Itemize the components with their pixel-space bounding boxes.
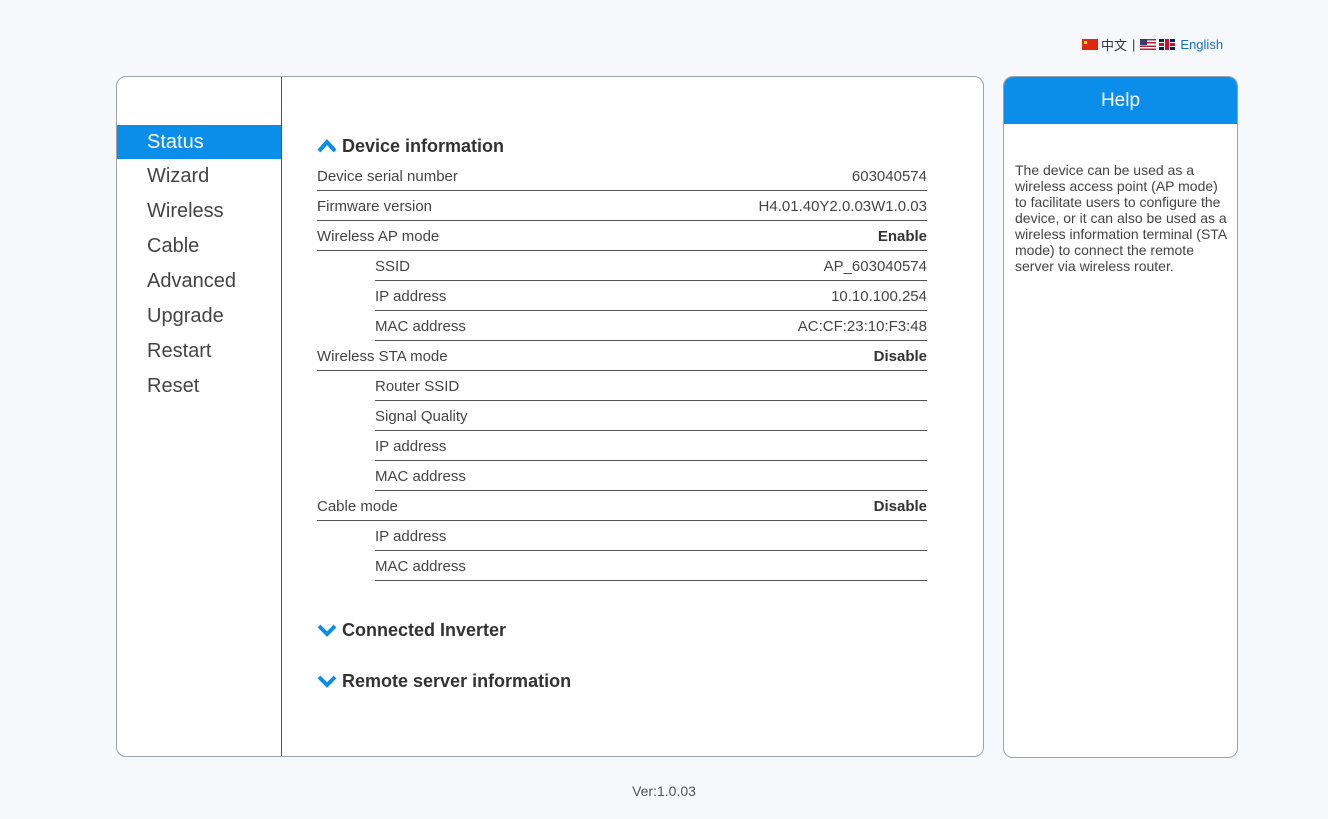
chinese-language-link[interactable]: 中文 [1101,35,1127,54]
row-label: Wireless AP mode [317,228,440,245]
table-row-firmware: Firmware version H4.01.40Y2.0.03W1.0.03 [317,191,927,221]
row-label: Signal Quality [375,408,468,425]
table-row-ap-ip: IP address 10.10.100.254 [375,281,927,311]
sidebar: Status Wizard Wireless Cable Advanced Up… [117,77,282,756]
row-value: H4.01.40Y2.0.03W1.0.03 [758,198,927,215]
chevron-down-icon [317,624,337,637]
connected-inverter-title: Connected Inverter [342,619,507,640]
row-value: AP_603040574 [823,258,927,275]
language-separator: | [1132,37,1136,52]
row-label: Firmware version [317,198,433,215]
help-text: The device can be used as a wireless acc… [1015,162,1227,274]
row-label: IP address [375,438,447,455]
row-label: MAC address [375,318,466,335]
sidebar-nav: Status Wizard Wireless Cable Advanced Up… [117,125,281,404]
row-label: SSID [375,258,411,275]
table-row-ap-ssid: SSID AP_603040574 [375,251,927,281]
language-bar: 中文 | English [1082,35,1223,54]
nav-item-wizard[interactable]: Wizard [117,159,281,194]
table-row-ap-mac: MAC address AC:CF:23:10:F3:48 [375,311,927,341]
table-row-sta-signal: Signal Quality [375,401,927,431]
chevron-up-icon [317,139,337,153]
version-label: Ver:1.0.03 [632,783,696,799]
row-label: MAC address [375,468,466,485]
chevron-down-icon [317,675,337,688]
row-label: Cable mode [317,498,398,515]
table-row-sta-ip: IP address [375,431,927,461]
row-value: Enable [877,228,927,245]
nav-item-cable[interactable]: Cable [117,229,281,264]
row-value: 603040574 [851,168,927,185]
table-row-cable-ip: IP address [375,521,927,551]
english-language-link[interactable]: English [1180,37,1223,52]
device-information-header[interactable]: Device information [317,133,927,159]
nav-item-status[interactable]: Status [117,125,281,159]
row-value: Disable [873,348,927,365]
device-information-title: Device information [342,135,505,156]
table-row-sta-mac: MAC address [375,461,927,491]
nav-item-restart[interactable]: Restart [117,334,281,369]
table-row-sta-router-ssid: Router SSID [375,371,927,401]
table-row-sta-mode: Wireless STA mode Disable [317,341,927,371]
table-row-cable-mac: MAC address [375,551,927,581]
help-panel: Help The device can be used as a wireles… [1003,76,1238,758]
row-label: Router SSID [375,378,460,395]
row-value: 10.10.100.254 [831,288,927,305]
nav-item-wireless[interactable]: Wireless [117,194,281,229]
table-row-serial: Device serial number 603040574 [317,161,927,191]
row-label: Wireless STA mode [317,348,448,365]
row-label: MAC address [375,558,466,575]
device-information-section: Device information Device serial number … [317,133,927,581]
uk-flag-icon[interactable] [1159,39,1176,50]
remote-server-header[interactable]: Remote server information [317,668,571,694]
table-row-ap-mode: Wireless AP mode Enable [317,221,927,251]
nav-item-reset[interactable]: Reset [117,369,281,404]
row-value: Disable [873,498,927,515]
help-title: Help [1004,77,1237,124]
table-row-cable-mode: Cable mode Disable [317,491,927,521]
device-information-rows: Device serial number 603040574 Firmware … [317,161,927,581]
row-label: Device serial number [317,168,458,185]
main-panel: Status Wizard Wireless Cable Advanced Up… [116,76,984,757]
row-label: IP address [375,288,447,305]
nav-item-upgrade[interactable]: Upgrade [117,299,281,334]
remote-server-title: Remote server information [342,670,572,691]
china-flag-icon[interactable] [1082,39,1098,50]
us-flag-icon[interactable] [1140,39,1157,50]
row-label: IP address [375,528,447,545]
nav-item-advanced[interactable]: Advanced [117,264,281,299]
row-value: AC:CF:23:10:F3:48 [797,318,927,335]
connected-inverter-header[interactable]: Connected Inverter [317,617,506,643]
